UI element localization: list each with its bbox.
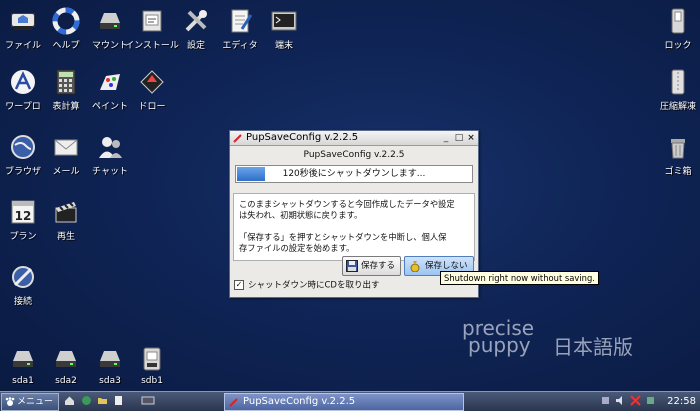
maximize-icon[interactable]: □ xyxy=(454,133,464,143)
calendar-icon: 12 xyxy=(11,200,35,224)
tray-network-icon[interactable] xyxy=(600,395,611,406)
window-heading: PupSaveConfig v.2.2.5 xyxy=(303,150,405,160)
tray-disconnected-icon[interactable] xyxy=(630,395,641,406)
quicklaunch-desktop-icon[interactable] xyxy=(141,395,155,406)
menu-paw-icon xyxy=(5,397,15,406)
window-titlebar[interactable]: PupSaveConfig v.2.2.5 _ □ × xyxy=(230,131,478,146)
drive-icon xyxy=(100,351,120,367)
message-line: このままシャットダウンすると今回作成したデータや設定 xyxy=(239,199,455,209)
desktop-icon-terminal[interactable]: 端末 xyxy=(255,7,313,51)
quicklaunch-editor-icon[interactable] xyxy=(113,395,124,406)
package-icon xyxy=(142,10,162,32)
menu-button[interactable]: メニュー xyxy=(1,393,59,411)
tray-power-icon[interactable] xyxy=(645,395,656,406)
notepad-icon xyxy=(231,9,253,33)
menu-button-label: メニュー xyxy=(17,397,54,407)
paint-icon xyxy=(100,74,120,90)
watermark-japanese: 日本語版 xyxy=(553,335,633,359)
quicklaunch-globe-icon[interactable] xyxy=(81,395,92,406)
progress-text: 120秒後にシャットダウンします... xyxy=(282,169,426,179)
desktop-icon-label: 端末 xyxy=(274,41,293,51)
taskbar-task-pupsaveconfig[interactable]: PupSaveConfig v.2.2.5 xyxy=(224,393,464,411)
desktop-icon-connect[interactable]: 接続 xyxy=(0,263,52,307)
message-box: このままシャットダウンすると今回作成したデータや設定 は失われ、初期状態に戻りま… xyxy=(233,193,475,261)
floppy-disk-icon xyxy=(346,260,358,272)
message-line: 存ファイルの設定を始めます。 xyxy=(239,243,355,253)
save-button-label: 保存する xyxy=(361,261,396,271)
quicklaunch-folder-icon[interactable] xyxy=(97,395,108,406)
drive-icon xyxy=(11,13,35,30)
wordprocessor-icon xyxy=(11,70,35,94)
desktop-icon-draw[interactable]: ドロー xyxy=(123,68,181,112)
desktop-icon-player[interactable]: 再生 xyxy=(37,198,95,242)
desktop-icon-chat[interactable]: チャット xyxy=(81,133,139,177)
lock-icon xyxy=(671,8,685,34)
desktop-icon-label: ドロー xyxy=(138,102,166,112)
mail-icon xyxy=(54,139,78,156)
drive-icon xyxy=(56,351,76,367)
minimize-icon[interactable]: _ xyxy=(441,133,451,143)
desktop-icon-lock[interactable]: ロック xyxy=(649,7,700,51)
task-paw-icon xyxy=(229,398,238,407)
tray-volume-icon[interactable] xyxy=(615,395,626,406)
checkbox-box[interactable]: ✓ xyxy=(234,280,244,290)
desktop-icon-label: 圧縮解凍 xyxy=(659,102,696,112)
archive-icon xyxy=(671,69,685,95)
shutdown-progress-bar: 120秒後にシャットダウンします... xyxy=(235,165,473,183)
clock: 22:58 xyxy=(667,396,696,407)
desktop-icon-label: 再生 xyxy=(56,232,75,242)
chat-icon xyxy=(99,137,122,158)
app-paw-icon xyxy=(233,134,242,143)
draw-icon xyxy=(140,70,164,94)
desktop-icon-label: 接続 xyxy=(13,297,32,307)
globe-icon xyxy=(11,135,35,159)
clapper-icon xyxy=(55,202,77,223)
money-bag-icon xyxy=(410,261,420,272)
usb-drive-icon xyxy=(143,347,161,371)
window-title: PupSaveConfig v.2.2.5 xyxy=(246,132,359,143)
tooltip: Shutdown right now without saving. xyxy=(440,271,599,285)
eject-cd-label: シャットダウン時にCDを取り出す xyxy=(248,280,380,291)
task-label: PupSaveConfig v.2.2.5 xyxy=(243,396,356,407)
desktop-icon-label: ゴミ箱 xyxy=(664,167,692,177)
quicklaunch-home-icon[interactable] xyxy=(64,395,75,406)
desktop-icon-label: sdb1 xyxy=(141,376,163,386)
message-line: 「保存する」を押すとシャットダウンを中断し、個人保 xyxy=(239,232,447,242)
desktop-icon-label: ロック xyxy=(664,41,692,51)
calculator-icon xyxy=(56,69,76,95)
calendar-day: 12 xyxy=(15,209,32,223)
tools-icon xyxy=(185,10,207,32)
lifebuoy-icon xyxy=(52,7,80,35)
desktop-icon-label: チャット xyxy=(92,167,128,177)
desktop-icon-sdb1[interactable]: sdb1 xyxy=(123,345,181,386)
watermark-puppy: puppy xyxy=(468,333,531,357)
desktop-icon-archive[interactable]: 圧縮解凍 xyxy=(649,68,700,112)
message-line: は失われ、初期状態に戻ります。 xyxy=(239,210,363,220)
drive-icon xyxy=(13,351,33,367)
close-icon[interactable]: × xyxy=(466,133,476,143)
terminal-icon xyxy=(271,11,297,31)
connect-icon xyxy=(12,266,34,288)
desktop-icon-trash[interactable]: ゴミ箱 xyxy=(649,133,700,177)
trash-icon xyxy=(671,139,685,159)
eject-cd-checkbox[interactable]: ✓ シャットダウン時にCDを取り出す xyxy=(234,280,379,291)
save-button[interactable]: 保存する xyxy=(342,256,401,276)
drive-icon xyxy=(100,13,120,29)
taskbar: メニュー PupSaveConfig v.2.2.5 22:58 xyxy=(0,391,700,411)
